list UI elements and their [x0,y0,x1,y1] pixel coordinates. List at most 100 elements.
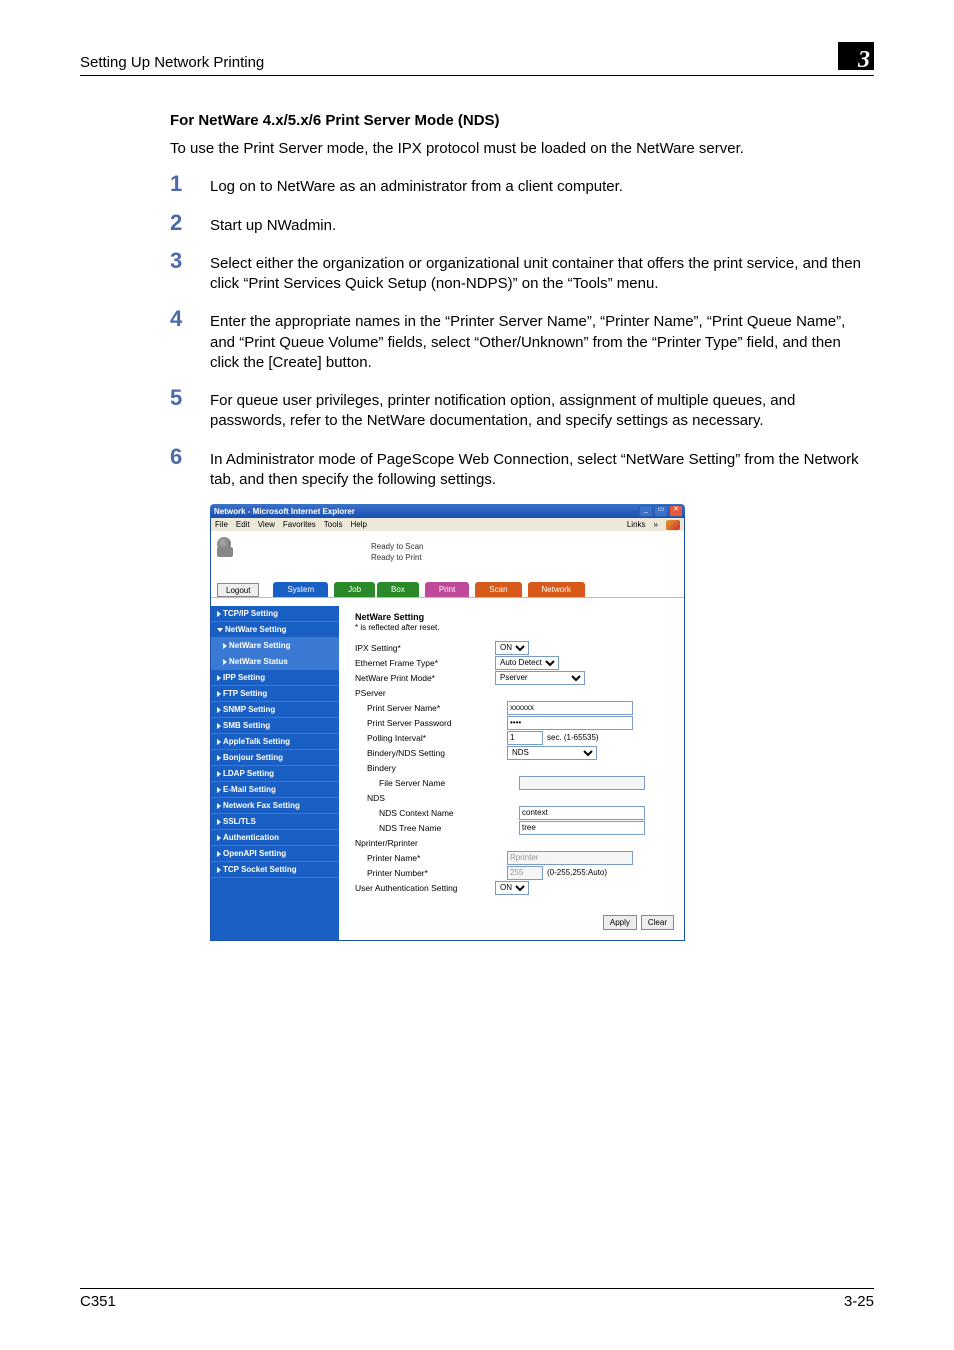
menu-item[interactable]: File [215,520,228,529]
chevron-right-icon [217,771,221,777]
logout-button[interactable]: Logout [217,583,259,597]
input-pspass[interactable] [507,716,633,730]
label-prname: Printer Name* [355,853,507,863]
chevron-right-icon [223,643,227,649]
footer-model: C351 [80,1293,116,1310]
sidebar-item-ssltls[interactable]: SSL/TLS [211,814,339,830]
step-text: Select either the organization or organi… [210,250,874,295]
sidebar-item-ldap[interactable]: LDAP Setting [211,766,339,782]
sidebar-item-bonjour[interactable]: Bonjour Setting [211,750,339,766]
footer-page: 3-25 [844,1293,874,1310]
step-text: In Administrator mode of PageScope Web C… [210,446,874,491]
close-icon[interactable]: ✕ [669,505,683,517]
status-ready-scan: Ready to Scan [371,541,423,552]
sidebar-item-openapi[interactable]: OpenAPI Setting [211,846,339,862]
sidebar-item-tcpsocket[interactable]: TCP Socket Setting [211,862,339,878]
label-ndstree: NDS Tree Name [355,823,519,833]
menu-item[interactable]: Favorites [283,520,316,529]
menu-item[interactable]: View [258,520,275,529]
chevron-right-icon [217,755,221,761]
label-mode: NetWare Print Mode* [355,673,495,683]
chevron-right-icon [217,787,221,793]
label-prnum: Printer Number* [355,868,507,878]
label-pspass: Print Server Password [355,718,507,728]
input-prnum [507,866,543,880]
label-ipx: IPX Setting* [355,643,495,653]
tab-network[interactable]: Network [528,582,585,597]
chevron-down-icon [217,628,223,632]
clear-button[interactable]: Clear [641,915,674,930]
input-prname [507,851,633,865]
label-nds: NDS [355,793,507,803]
input-psname[interactable] [507,701,633,715]
tab-system[interactable]: System [273,582,328,597]
embedded-screenshot: Network - Microsoft Internet Explorer _ … [210,504,685,941]
select-mode[interactable]: Pserver [495,671,585,685]
sidebar-item-netware-setting[interactable]: NetWare Setting [211,638,339,654]
label-polling: Polling Interval* [355,733,507,743]
chevron-right-icon [217,675,221,681]
step-text: For queue user privileges, printer notif… [210,387,874,432]
label-bindery-sub: Bindery [355,763,507,773]
running-header: Setting Up Network Printing [80,48,264,75]
sidebar-item-snmp[interactable]: SNMP Setting [211,702,339,718]
select-ipx[interactable]: ON [495,641,529,655]
select-userauth[interactable]: ON [495,881,529,895]
tab-box[interactable]: Box [377,582,419,597]
input-fserver [519,776,645,790]
sidebar-item-ipp[interactable]: IPP Setting [211,670,339,686]
ie-flag-icon [666,520,680,530]
step-text: Start up NWadmin. [210,212,874,236]
ie-links-label[interactable]: Links [627,520,646,529]
chevron-right-icon [217,803,221,809]
window-title: Network - Microsoft Internet Explorer [214,507,355,516]
sidebar-item-tcpip[interactable]: TCP/IP Setting [211,606,339,622]
menu-item[interactable]: Help [350,520,366,529]
sidebar-item-ftp[interactable]: FTP Setting [211,686,339,702]
sidebar-item-networkfax[interactable]: Network Fax Setting [211,798,339,814]
label-ndscontext: NDS Context Name [355,808,519,818]
chevron-right-icon [217,819,221,825]
input-polling[interactable] [507,731,543,745]
minimize-icon[interactable]: _ [639,505,653,517]
tab-print[interactable]: Print [425,582,469,597]
tab-job[interactable]: Job [334,582,375,597]
label-bindery: Bindery/NDS Setting [355,748,507,758]
input-ndscontext[interactable] [519,806,645,820]
sidebar-item-netware[interactable]: NetWare Setting [211,622,339,638]
menu-item[interactable]: Tools [324,520,343,529]
chevron-right-icon [217,723,221,729]
label-prnum-range: (0-255,255:Auto) [547,868,607,877]
menu-bar[interactable]: File Edit View Favorites Tools Help Link… [210,518,685,531]
sidebar-item-smb[interactable]: SMB Setting [211,718,339,734]
chevron-right-icon[interactable]: » [654,520,658,529]
sidebar-item-authentication[interactable]: Authentication [211,830,339,846]
select-frame[interactable]: Auto Detect [495,656,559,670]
step-text: Log on to NetWare as an administrator fr… [210,173,874,197]
label-nprinter: Nprinter/Rprinter [355,838,495,848]
section-intro: To use the Print Server mode, the IPX pr… [170,139,874,159]
step-list: Log on to NetWare as an administrator fr… [170,173,874,490]
input-ndstree[interactable] [519,821,645,835]
chevron-right-icon [217,691,221,697]
network-sidebar: TCP/IP Setting NetWare Setting NetWare S… [211,606,339,940]
menu-item[interactable]: Edit [236,520,250,529]
panel-note: * is reflected after reset. [355,623,674,632]
chevron-right-icon [217,707,221,713]
window-titlebar[interactable]: Network - Microsoft Internet Explorer _ … [210,504,685,518]
sidebar-item-email[interactable]: E-Mail Setting [211,782,339,798]
apply-button[interactable]: Apply [603,915,637,930]
chevron-right-icon [217,739,221,745]
chevron-right-icon [217,867,221,873]
sidebar-item-netware-status[interactable]: NetWare Status [211,654,339,670]
chevron-right-icon [217,851,221,857]
chevron-right-icon [217,611,221,617]
maximize-icon[interactable]: ▭ [654,505,668,517]
label-fserver: File Server Name [355,778,519,788]
printer-icon [217,537,233,561]
select-bindery[interactable]: NDS [507,746,597,760]
sidebar-item-appletalk[interactable]: AppleTalk Setting [211,734,339,750]
tab-scan[interactable]: Scan [475,582,521,597]
status-ready-print: Ready to Print [371,552,423,563]
chapter-badge: 3 [838,42,874,70]
